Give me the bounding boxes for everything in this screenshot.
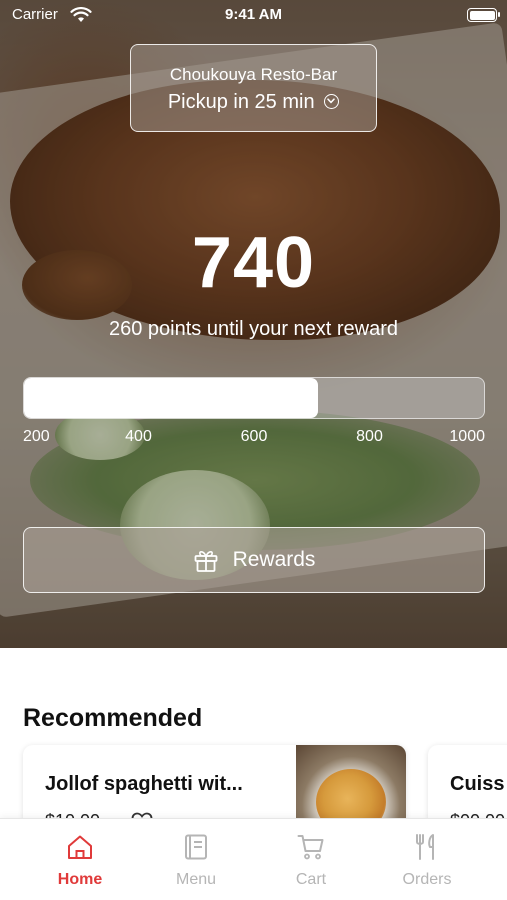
tab-orders[interactable]: Orders: [364, 819, 490, 900]
rewards-button[interactable]: Rewards: [23, 527, 485, 593]
status-time: 9:41 AM: [225, 6, 282, 23]
recommended-item-name: Jollof spaghetti wit...: [45, 773, 243, 795]
tab-cart-label: Cart: [295, 871, 327, 888]
tab-cart[interactable]: Cart: [248, 819, 374, 900]
tab-orders-label: Orders: [402, 871, 452, 888]
restaurant-name: Choukouya Resto-Bar: [169, 65, 338, 84]
tab-menu[interactable]: Menu: [133, 819, 259, 900]
tab-menu-label: Menu: [175, 871, 217, 888]
progress-tick-label: 400: [125, 428, 152, 445]
rewards-button-label: Rewards: [232, 548, 316, 571]
points-progress-ticks: 200 400 600 800 1000: [23, 428, 485, 448]
recommended-item-name: Cuiss: [450, 773, 505, 795]
pickup-eta-row: Pickup in 25 min: [131, 91, 376, 114]
pickup-eta: Pickup in 25 min: [167, 91, 315, 113]
cart-icon: [297, 835, 324, 860]
bottom-tab-bar: Home Menu Cart Orders: [0, 818, 507, 900]
battery-icon: [467, 8, 500, 22]
progress-tick-label: 200: [23, 428, 50, 445]
progress-tick-label: 800: [356, 428, 383, 445]
points-progress-fill: [24, 378, 319, 418]
points-progress-bar: [23, 377, 485, 419]
progress-tick-label: 1000: [449, 428, 485, 445]
section-title-recommended: Recommended: [23, 704, 203, 732]
pickup-selector[interactable]: Choukouya Resto-Bar Pickup in 25 min: [130, 44, 377, 132]
chevron-down-circle-icon: [324, 94, 340, 109]
gift-icon: [194, 550, 217, 572]
points-balance: 740: [191, 223, 316, 303]
tab-home[interactable]: Home: [17, 819, 143, 900]
progress-tick-label: 600: [240, 428, 268, 445]
fork-knife-icon: [416, 834, 434, 860]
home-icon: [68, 835, 92, 859]
tab-home-label: Home: [57, 871, 103, 888]
status-bar: Carrier 9:41 AM: [0, 0, 507, 30]
menu-book-icon: [185, 834, 207, 860]
points-caption: 260 points until your next reward: [108, 318, 399, 340]
